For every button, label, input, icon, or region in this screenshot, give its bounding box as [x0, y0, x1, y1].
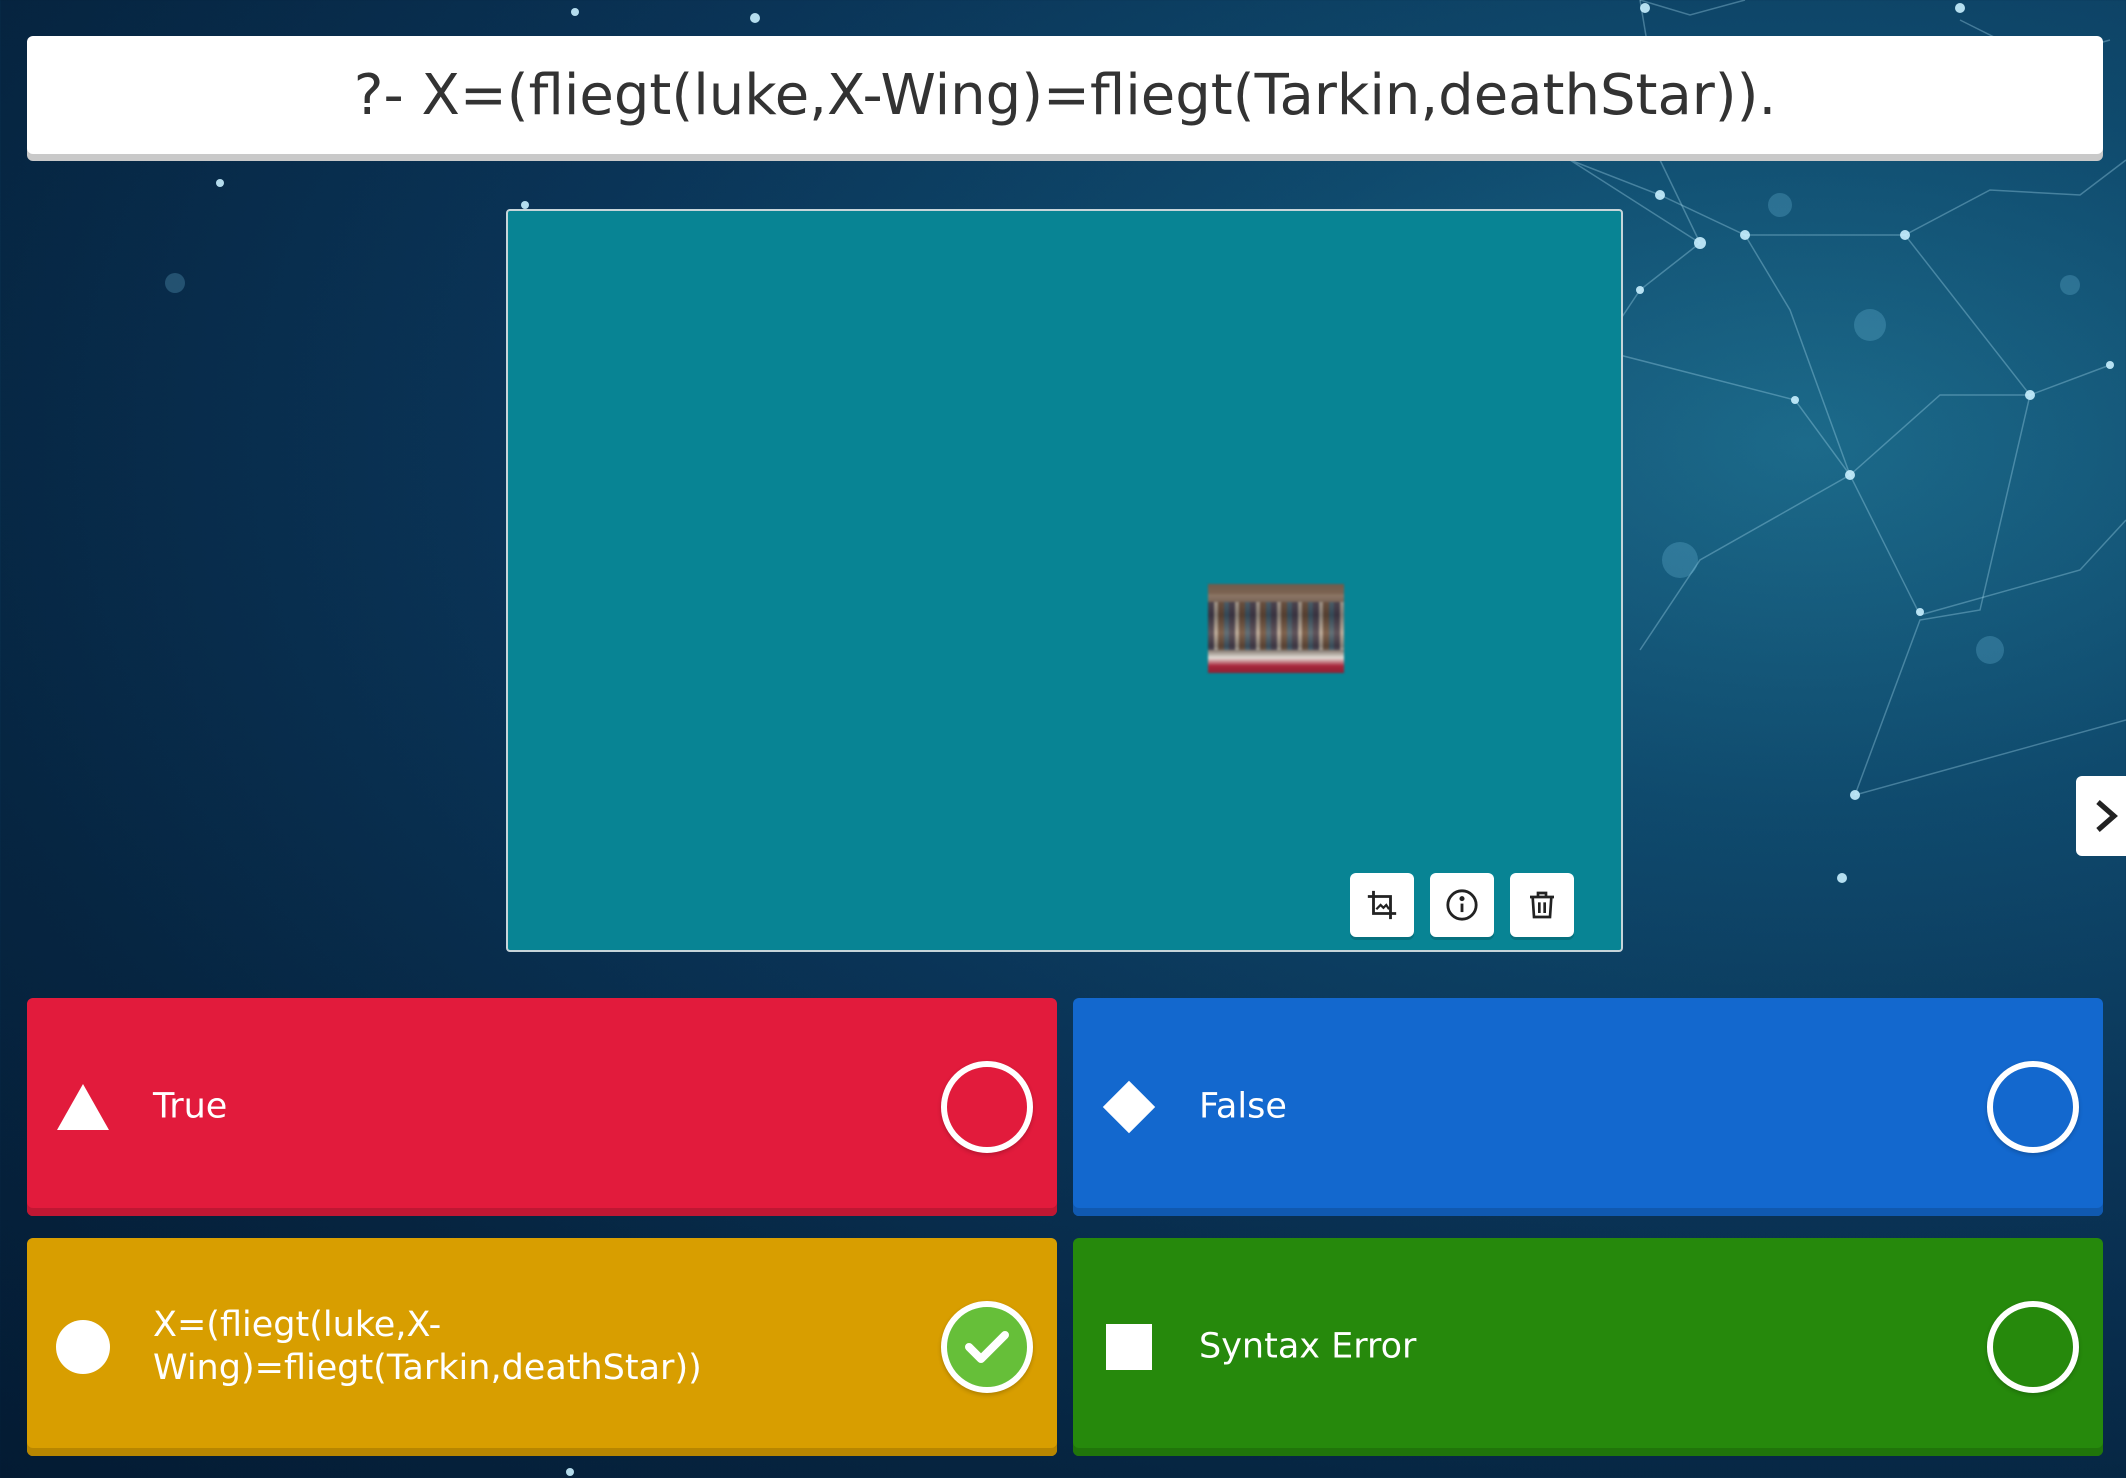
circle-icon — [55, 1319, 111, 1375]
diamond-icon — [1101, 1079, 1157, 1135]
answer-option-false[interactable]: False — [1073, 998, 2103, 1216]
next-slide-button[interactable] — [2076, 776, 2126, 856]
answer-radio[interactable] — [1987, 1301, 2079, 1393]
answer-label: Syntax Error — [1199, 1326, 1417, 1367]
trash-icon — [1530, 891, 1554, 919]
answer-label: X=(fliegt(luke,X-Wing)=fliegt(Tarkin,dea… — [153, 1305, 702, 1388]
question-media[interactable] — [506, 209, 1623, 952]
info-icon — [1446, 889, 1478, 921]
question-text: ?- X=(fliegt(luke,X-Wing)=fliegt(Tarkin,… — [353, 62, 1777, 128]
square-icon — [1101, 1319, 1157, 1375]
answer-option-syntax-error[interactable]: Syntax Error — [1073, 1238, 2103, 1456]
answer-radio[interactable] — [941, 1061, 1033, 1153]
answer-label: True — [153, 1086, 228, 1127]
media-toolbar — [1350, 873, 1574, 937]
chevron-right-icon — [2096, 800, 2118, 832]
crop-image-button[interactable] — [1350, 873, 1414, 937]
answer-radio[interactable] — [1987, 1061, 2079, 1153]
delete-image-button[interactable] — [1510, 873, 1574, 937]
answer-label: False — [1199, 1086, 1287, 1127]
answer-option-true[interactable]: True — [27, 998, 1057, 1216]
crop-image-icon — [1367, 890, 1397, 920]
bookshelf-image-thumbnail[interactable] — [1208, 584, 1344, 673]
checkmark-icon — [965, 1331, 1009, 1363]
answer-correct-check[interactable] — [941, 1301, 1033, 1393]
info-button[interactable] — [1430, 873, 1494, 937]
question-bar: ?- X=(fliegt(luke,X-Wing)=fliegt(Tarkin,… — [27, 36, 2103, 154]
answer-option-expression[interactable]: X=(fliegt(luke,X-Wing)=fliegt(Tarkin,dea… — [27, 1238, 1057, 1456]
triangle-icon — [55, 1079, 111, 1135]
